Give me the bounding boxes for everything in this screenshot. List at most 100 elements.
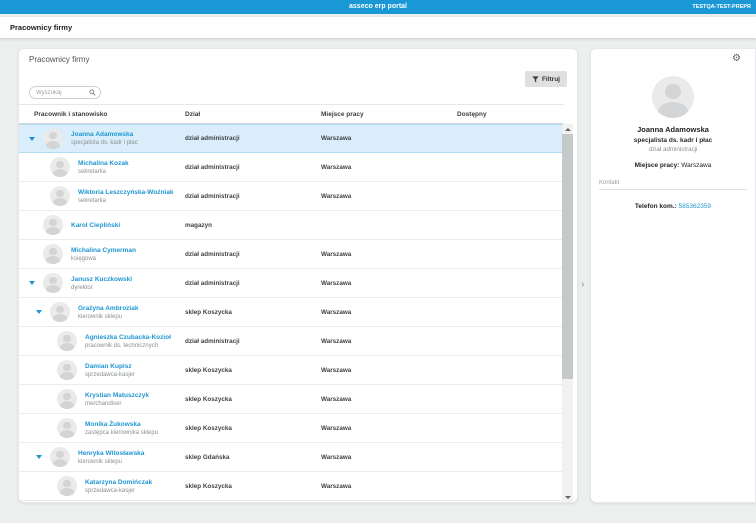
scroll-up-icon[interactable] [564, 128, 571, 131]
avatar [43, 215, 63, 235]
search-input[interactable] [36, 89, 89, 96]
department-cell: dział administracji [185, 135, 240, 142]
employee-name-link[interactable]: Henryka Witosławska [78, 450, 144, 457]
table-body: Joanna Adamowska specjalista ds. kadr i … [19, 124, 564, 502]
employee-identity: Michalina Cymerman księgowa [71, 247, 136, 262]
avatar [43, 128, 63, 149]
employee-identity: Wiktoria Leszczyńska-Woźniak sekretarka [78, 189, 174, 204]
filter-button[interactable]: Filtruj [524, 71, 567, 87]
department-cell: dział administracji [185, 163, 240, 171]
employee-identity: Grażyna Ambroziak kierownik sklepu [78, 305, 138, 320]
detail-workplace: Miejsce pracy: Warszawa [591, 162, 755, 169]
employee-name-link[interactable]: Agnieszka Czubacka-Kozioł [85, 334, 171, 341]
employee-name-link[interactable]: Michalina Cymerman [71, 247, 136, 254]
employee-position: sekretarka [78, 197, 107, 204]
table-row[interactable]: Henryka Witosławska kierownik sklepu skl… [19, 443, 564, 472]
chevron-right-icon[interactable]: › [581, 280, 584, 290]
employee-name-link[interactable]: Damian Kupisz [85, 363, 135, 370]
employee-cell: Grażyna Ambroziak kierownik sklepu [19, 298, 170, 326]
triangle-down-icon[interactable] [29, 281, 35, 285]
triangle-down-icon[interactable] [29, 136, 35, 141]
table-row[interactable]: Michalina Cymerman księgowa dział admini… [19, 240, 564, 269]
employee-position: dyrektor [71, 284, 93, 291]
expand-arrow-slot [36, 455, 50, 459]
employee-position: sprzedawca-kasjer [85, 487, 136, 494]
expand-arrow-slot [43, 484, 57, 488]
department-cell: sklep Koszycka [185, 308, 232, 316]
expand-arrow-slot [43, 426, 57, 430]
department-cell: sklep Koszycka [185, 395, 232, 403]
employee-name-link[interactable]: Wiktoria Leszczyńska-Woźniak [78, 189, 174, 196]
scrollbar-thumb[interactable] [562, 134, 573, 379]
employee-identity: Krystian Matuszczyk merchandiser [85, 392, 149, 407]
employee-name-link[interactable]: Michalina Kozak [78, 160, 129, 167]
table-row[interactable]: Krystian Matuszczyk merchandiser sklep K… [19, 385, 564, 414]
avatar [50, 186, 70, 206]
breadcrumb: Pracownicy firmy [10, 23, 73, 32]
workplace-cell: Warszawa [321, 424, 352, 432]
table-row[interactable]: Wiktoria Leszczyńska-Woźniak sekretarka … [19, 182, 564, 211]
table-row[interactable]: Katarzyna Domińczak sprzedawca-kasjer sk… [19, 472, 564, 501]
employee-position: kierownik sklepu [78, 458, 123, 465]
employee-identity: Karol Ciepliński [71, 222, 120, 229]
detail-position: specjalista ds. kadr i płac [633, 137, 713, 144]
employee-cell: Katarzyna Domińczak sprzedawca-kasjer [19, 472, 170, 500]
workplace-cell: Warszawa [321, 163, 352, 171]
employee-name-link[interactable]: Karol Ciepliński [71, 222, 120, 229]
table-row[interactable]: Damian Kupisz sprzedawca-kasjer sklep Ko… [19, 356, 564, 385]
column-header: Dostępny [457, 110, 487, 118]
breadcrumb-bar: Pracownicy firmy [0, 17, 756, 38]
avatar [57, 331, 77, 351]
workplace-cell: Warszawa [321, 308, 352, 316]
table-row[interactable]: Michalina Kozak sekretarka dział adminis… [19, 153, 564, 182]
triangle-down-icon[interactable] [36, 455, 42, 459]
phone-number-link[interactable]: 585362359 [679, 203, 712, 210]
employee-identity: Katarzyna Domińczak sprzedawca-kasjer [85, 479, 152, 494]
employee-identity: Henryka Witosławska kierownik sklepu [78, 450, 144, 465]
employee-name-link[interactable]: Katarzyna Domińczak [85, 479, 152, 486]
table-row[interactable]: Grażyna Ambroziak kierownik sklepu sklep… [19, 298, 564, 327]
workplace-cell: Warszawa [321, 337, 352, 345]
gear-icon[interactable]: ⚙ [732, 53, 741, 65]
table-row[interactable]: Karol Ciepliński magazyn [19, 211, 564, 240]
employee-position: sprzedawca-kasjer [85, 371, 136, 378]
employee-name-link[interactable]: Krystian Matuszczyk [85, 392, 149, 399]
workplace-cell: Warszawa [321, 453, 352, 461]
avatar [57, 360, 77, 380]
workplace-cell: Warszawa [321, 250, 352, 258]
expand-arrow-slot [43, 397, 57, 401]
employee-name-link[interactable]: Joanna Adamowska [71, 131, 138, 138]
column-header: Dział [185, 110, 201, 118]
table-row[interactable]: Janusz Kuczkowski dyrektor dział adminis… [19, 269, 564, 298]
triangle-down-icon[interactable] [36, 310, 42, 314]
employees-card: Pracownicy firmy Filtruj Pracownik i sta… [18, 48, 578, 503]
expand-arrow-slot [36, 310, 50, 314]
employee-cell: Janusz Kuczkowski dyrektor [19, 269, 170, 297]
avatar [57, 418, 77, 438]
workplace-cell: Warszawa [321, 366, 352, 374]
table-row[interactable]: Agnieszka Czubacka-Kozioł pracownik ds. … [19, 327, 564, 356]
employee-cell: Karol Ciepliński [19, 211, 170, 239]
vertical-scrollbar[interactable] [562, 124, 573, 502]
workplace-cell: Warszawa [321, 279, 352, 287]
filter-icon [532, 75, 539, 83]
employee-name-link[interactable]: Grażyna Ambroziak [78, 305, 138, 312]
employee-name-link[interactable]: Janusz Kuczkowski [71, 276, 132, 283]
employee-cell: Krystian Matuszczyk merchandiser [19, 385, 170, 413]
employee-name-link[interactable]: Monika Żukowska [85, 421, 158, 428]
filter-button-label: Filtruj [541, 75, 560, 83]
employee-cell: Michalina Cymerman księgowa [19, 240, 170, 268]
app-topbar: asseco erp portal TESTQA-TEST-PREPR [0, 0, 756, 14]
employee-cell: Monika Żukowska zastępca kierownika skle… [19, 414, 170, 442]
table-row[interactable]: Joanna Adamowska specjalista ds. kadr i … [19, 124, 564, 153]
scroll-down-icon[interactable] [564, 496, 571, 499]
workplace-cell: Warszawa [321, 192, 352, 200]
phone-label: Telefon kom.: [634, 203, 677, 210]
employee-identity: Monika Żukowska zastępca kierownika skle… [85, 421, 158, 436]
avatar [50, 157, 70, 177]
detail-name: Joanna Adamowska [637, 125, 709, 134]
table-row[interactable]: Monika Żukowska zastępca kierownika skle… [19, 414, 564, 443]
workplace-cell: Warszawa [321, 135, 352, 142]
department-cell: sklep Gdańska [185, 453, 230, 461]
workplace-value: Warszawa [681, 162, 712, 169]
